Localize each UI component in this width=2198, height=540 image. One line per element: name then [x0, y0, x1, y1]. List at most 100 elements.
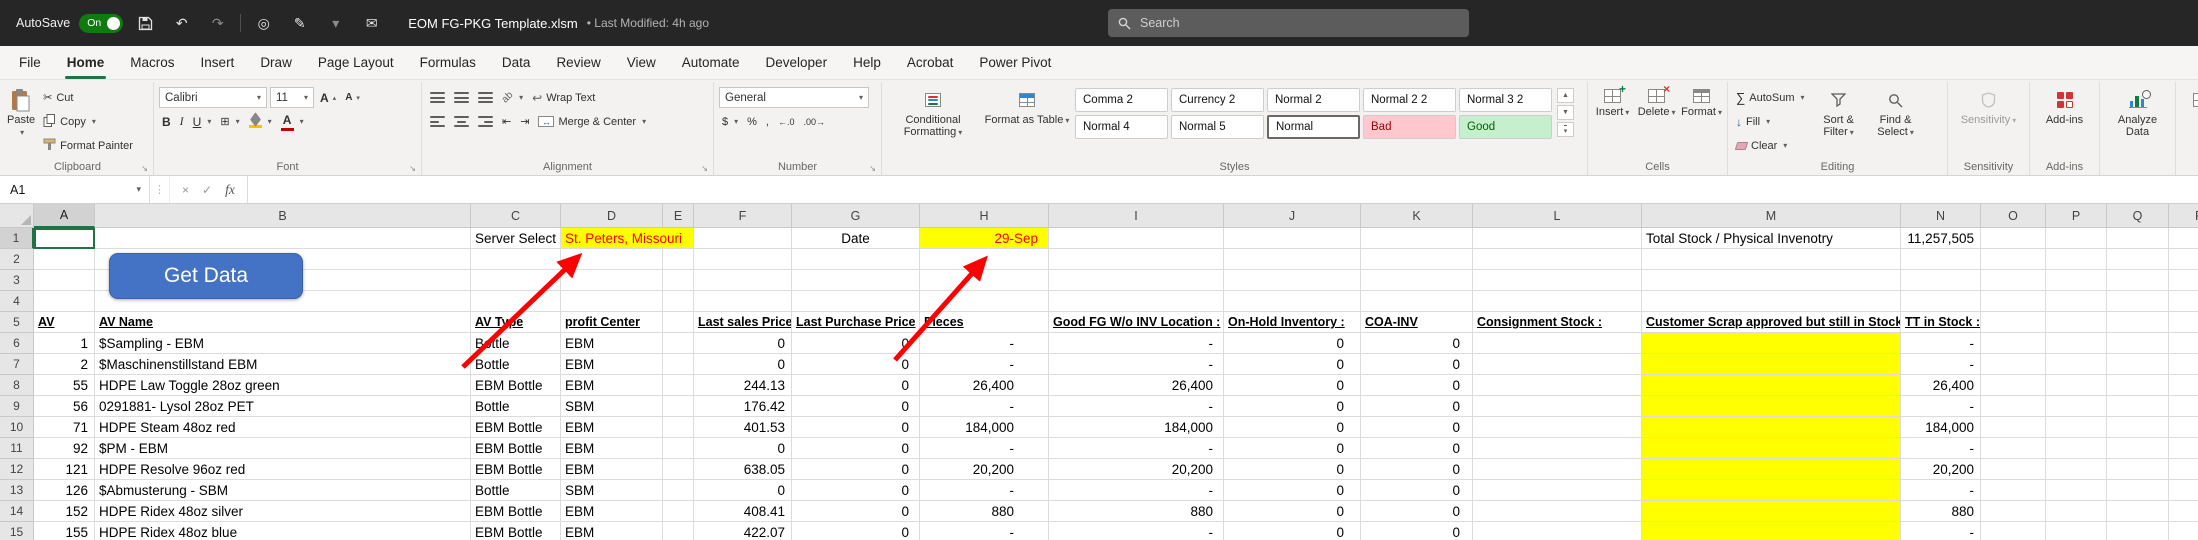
font-color-button[interactable]: A▾ — [278, 111, 307, 132]
cell-Q9[interactable] — [2107, 396, 2169, 417]
menu-item-file[interactable]: File — [6, 46, 54, 79]
row-header-11[interactable]: 11 — [0, 438, 34, 459]
increase-font-button[interactable]: A▴ — [317, 87, 339, 108]
cell-L14[interactable] — [1473, 501, 1642, 522]
cell-M12[interactable] — [1642, 459, 1901, 480]
cell-M14[interactable] — [1642, 501, 1901, 522]
cell-R4[interactable] — [2169, 291, 2198, 312]
style-normal-5[interactable]: Normal 5 — [1171, 115, 1264, 139]
row-header-10[interactable]: 10 — [0, 417, 34, 438]
cell-G2[interactable] — [792, 249, 920, 270]
cell-I14[interactable]: 880 — [1049, 501, 1224, 522]
cell-O3[interactable] — [1981, 270, 2046, 291]
row-header-1[interactable]: 1 — [0, 228, 34, 249]
insert-function-icon[interactable]: fx — [225, 182, 235, 198]
menu-item-insert[interactable]: Insert — [188, 46, 248, 79]
cell-C6[interactable]: Bottle — [471, 333, 561, 354]
cell-O1[interactable] — [1981, 228, 2046, 249]
cell-H8[interactable]: 26,400 — [920, 375, 1049, 396]
cell-J10[interactable]: 0 — [1224, 417, 1361, 438]
cell-D14[interactable]: EBM — [561, 501, 663, 522]
cell-C13[interactable]: Bottle — [471, 480, 561, 501]
cell-E7[interactable] — [663, 354, 694, 375]
add-ins-button[interactable]: Add-ins — [2035, 84, 2094, 126]
cell-P5[interactable] — [2046, 312, 2107, 333]
cell-Q10[interactable] — [2107, 417, 2169, 438]
cell-N15[interactable]: - — [1901, 522, 1981, 540]
column-header-P[interactable]: P — [2046, 204, 2107, 228]
cell-G11[interactable]: 0 — [792, 438, 920, 459]
cell-B14[interactable]: HDPE Ridex 48oz silver — [95, 501, 471, 522]
cell-B6[interactable]: $Sampling - EBM — [95, 333, 471, 354]
get-data-button[interactable]: Get Data — [109, 253, 303, 299]
cell-N5[interactable]: TT in Stock : — [1901, 312, 1981, 333]
menu-item-acrobat[interactable]: Acrobat — [894, 46, 967, 79]
percent-style-button[interactable]: % — [744, 111, 760, 132]
cell-B7[interactable]: $Maschinenstillstand EBM — [95, 354, 471, 375]
cell-A15[interactable]: 155 — [34, 522, 95, 540]
cell-R12[interactable] — [2169, 459, 2198, 480]
cell-Q4[interactable] — [2107, 291, 2169, 312]
cell-J1[interactable] — [1224, 228, 1361, 249]
cell-F11[interactable]: 0 — [694, 438, 792, 459]
cell-A10[interactable]: 71 — [34, 417, 95, 438]
cell-A1[interactable] — [34, 228, 95, 249]
cell-F12[interactable]: 638.05 — [694, 459, 792, 480]
cell-N4[interactable] — [1901, 291, 1981, 312]
cell-H13[interactable]: - — [920, 480, 1049, 501]
analyze-data-button[interactable]: Analyze Data — [2105, 84, 2170, 139]
cell-I13[interactable]: - — [1049, 480, 1224, 501]
menu-item-formulas[interactable]: Formulas — [407, 46, 489, 79]
cell-E11[interactable] — [663, 438, 694, 459]
cell-J6[interactable]: 0 — [1224, 333, 1361, 354]
cell-C14[interactable]: EBM Bottle — [471, 501, 561, 522]
cell-Q14[interactable] — [2107, 501, 2169, 522]
cell-R15[interactable] — [2169, 522, 2198, 540]
cell-H5[interactable]: Pieces — [920, 312, 1049, 333]
font-name-select[interactable]: Calibri▾ — [159, 87, 267, 108]
cancel-icon[interactable]: × — [182, 183, 189, 197]
cell-F5[interactable]: Last sales Price — [694, 312, 792, 333]
cell-E10[interactable] — [663, 417, 694, 438]
cell-H12[interactable]: 20,200 — [920, 459, 1049, 480]
cell-G13[interactable]: 0 — [792, 480, 920, 501]
cell-K4[interactable] — [1361, 291, 1473, 312]
style-normal-2[interactable]: Normal 2 — [1267, 88, 1360, 112]
column-header-J[interactable]: J — [1224, 204, 1361, 228]
increase-decimal-button[interactable]: ←.0 — [775, 111, 798, 132]
cell-F13[interactable]: 0 — [694, 480, 792, 501]
cell-D3[interactable] — [561, 270, 663, 291]
cell-R10[interactable] — [2169, 417, 2198, 438]
cell-J8[interactable]: 0 — [1224, 375, 1361, 396]
chevron-down-icon[interactable]: ▾ — [322, 10, 349, 37]
cell-M11[interactable] — [1642, 438, 1901, 459]
cell-L6[interactable] — [1473, 333, 1642, 354]
column-header-O[interactable]: O — [1981, 204, 2046, 228]
cell-M7[interactable] — [1642, 354, 1901, 375]
column-header-R[interactable]: R — [2169, 204, 2198, 228]
enter-icon[interactable]: ✓ — [202, 183, 212, 197]
cell-C15[interactable]: EBM Bottle — [471, 522, 561, 540]
cell-I5[interactable]: Good FG W/o INV Location : — [1049, 312, 1224, 333]
cell-R9[interactable] — [2169, 396, 2198, 417]
cell-E15[interactable] — [663, 522, 694, 540]
style-bad[interactable]: Bad — [1363, 115, 1456, 139]
cell-A12[interactable]: 121 — [34, 459, 95, 480]
cell-O14[interactable] — [1981, 501, 2046, 522]
cell-D4[interactable] — [561, 291, 663, 312]
cell-D6[interactable]: EBM — [561, 333, 663, 354]
cell-N3[interactable] — [1901, 270, 1981, 291]
cell-M13[interactable] — [1642, 480, 1901, 501]
cell-C8[interactable]: EBM Bottle — [471, 375, 561, 396]
cell-D7[interactable]: EBM — [561, 354, 663, 375]
cell-B5[interactable]: AV Name — [95, 312, 471, 333]
column-header-E[interactable]: E — [663, 204, 694, 228]
cell-H3[interactable] — [920, 270, 1049, 291]
cell-G7[interactable]: 0 — [792, 354, 920, 375]
record-icon[interactable]: ◎ — [250, 10, 277, 37]
menu-item-page-layout[interactable]: Page Layout — [305, 46, 407, 79]
format-cells-button[interactable]: Format▾ — [1681, 84, 1722, 118]
cell-F10[interactable]: 401.53 — [694, 417, 792, 438]
cell-O11[interactable] — [1981, 438, 2046, 459]
dialog-launcher-icon[interactable]: ↘ — [409, 164, 416, 173]
